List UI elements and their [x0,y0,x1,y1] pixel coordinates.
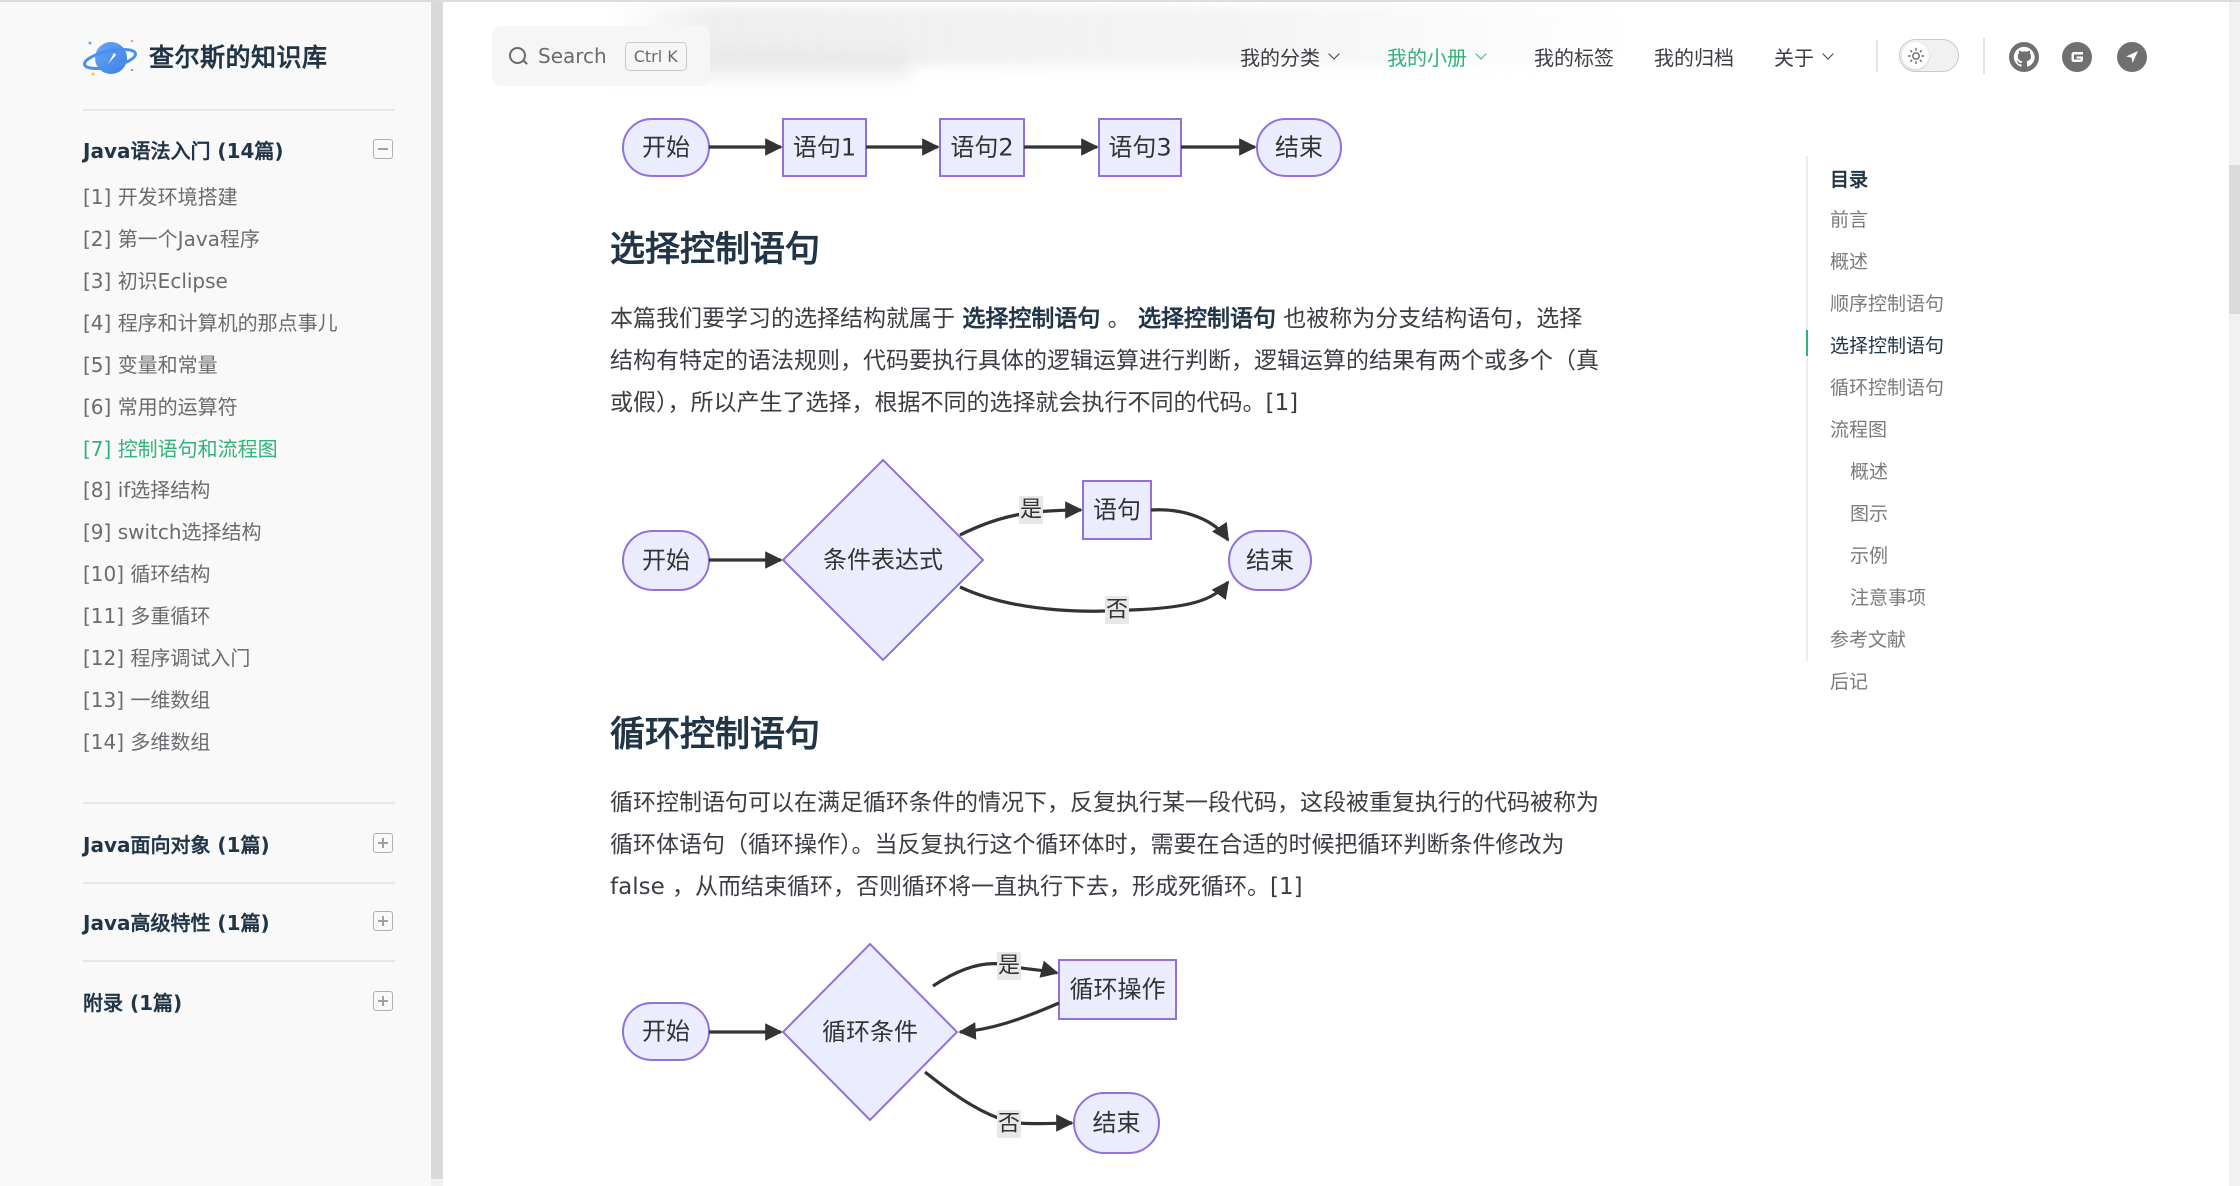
paragraph-line: 本篇我们要学习的选择结构就属于 选择控制语句 。 选择控制语句 也被称为分支结构… [610,303,1582,335]
text-span: 也被称为分支结构语句，选择 [1275,306,1583,332]
paragraph-line: 或假），所以产生了选择，根据不同的选择就会执行不同的代码。[1] [610,390,1299,416]
toc-border [1806,156,1808,661]
toc-item[interactable]: 参考文献 [1830,626,1906,654]
page-scrollbar[interactable] [2229,2,2240,1186]
flow-node-end-label: 结束 [1246,547,1294,575]
flow-node-condition-label: 循环条件 [822,1018,918,1046]
flow-node-end-label: 结束 [1093,1109,1141,1137]
paragraph-line: 结构有特定的语法规则，代码要执行具体的逻辑运算进行判断，逻辑运算的结果有两个或多… [610,348,1599,374]
toc-subitem[interactable]: 图示 [1850,500,1888,528]
flow-node-operation-label: 循环操作 [1070,976,1166,1004]
bold-term: 选择控制语句 [1137,306,1276,332]
heading-loop-control: 循环控制语句 [610,715,821,755]
flow-edge-label-yes: 是 [1020,498,1042,523]
paragraph-line: 循环体语句（循环操作）。当反复执行这个循环体时，需要在合适的时候把循环判断条件修… [610,832,1565,858]
toc-item[interactable]: 流程图 [1830,416,1887,444]
text-span: 本篇我们要学习的选择结构就属于 [610,306,963,332]
bold-term: 选择控制语句 [962,306,1101,332]
flow-edge-yes [932,960,1059,988]
toc-subitem[interactable]: 概述 [1850,458,1888,486]
flow-edge-back [958,1001,1060,1040]
flow-edge-label-no: 否 [1106,598,1128,623]
paragraph-line: 循环控制语句可以在满足循环条件的情况下，反复执行某一段代码，这段被重复执行的代码… [610,790,1599,816]
flow-node-statement-label: 语句2 [950,134,1013,162]
page-scrollbar-thumb[interactable] [2229,165,2240,314]
heading-select-control: 选择控制语句 [610,230,821,270]
flow-node-start-label: 开始 [642,547,690,575]
toc-subitem[interactable]: 示例 [1850,542,1888,570]
flow-node-statement-label: 语句 [1093,496,1141,524]
flow-node-condition-label: 条件表达式 [823,546,943,574]
toc-item[interactable]: 后记 [1830,668,1868,696]
toc-title: 目录 [1830,169,1869,191]
window-top-edge [0,0,2240,2]
toc-item-active[interactable]: 选择控制语句 [1830,332,1944,360]
toc-item[interactable]: 顺序控制语句 [1830,290,1944,318]
toc-active-marker [1806,330,1808,356]
flow-edge [1150,508,1230,542]
flow-edge-label-yes: 是 [998,954,1020,979]
flow-node-statement-label: 语句3 [1108,134,1171,162]
flow-node-start-label: 开始 [642,1018,690,1046]
toc-subitem[interactable]: 注意事项 [1850,584,1926,612]
toc-item[interactable]: 前言 [1830,206,1868,234]
text-span: 。 [1100,306,1138,332]
flow-node-statement-label: 语句1 [793,134,856,162]
flow-edge-label-no: 否 [998,1112,1020,1137]
flow-edge-no [959,580,1230,613]
toc-item[interactable]: 循环控制语句 [1830,374,1944,402]
paragraph-line: false ，从而结束循环，否则循环将一直执行下去，形成死循环。[1] [610,874,1303,900]
flow-node-start-label: 开始 [642,134,690,162]
toc-item[interactable]: 概述 [1830,248,1868,276]
flow-node-end-label: 结束 [1275,134,1323,162]
